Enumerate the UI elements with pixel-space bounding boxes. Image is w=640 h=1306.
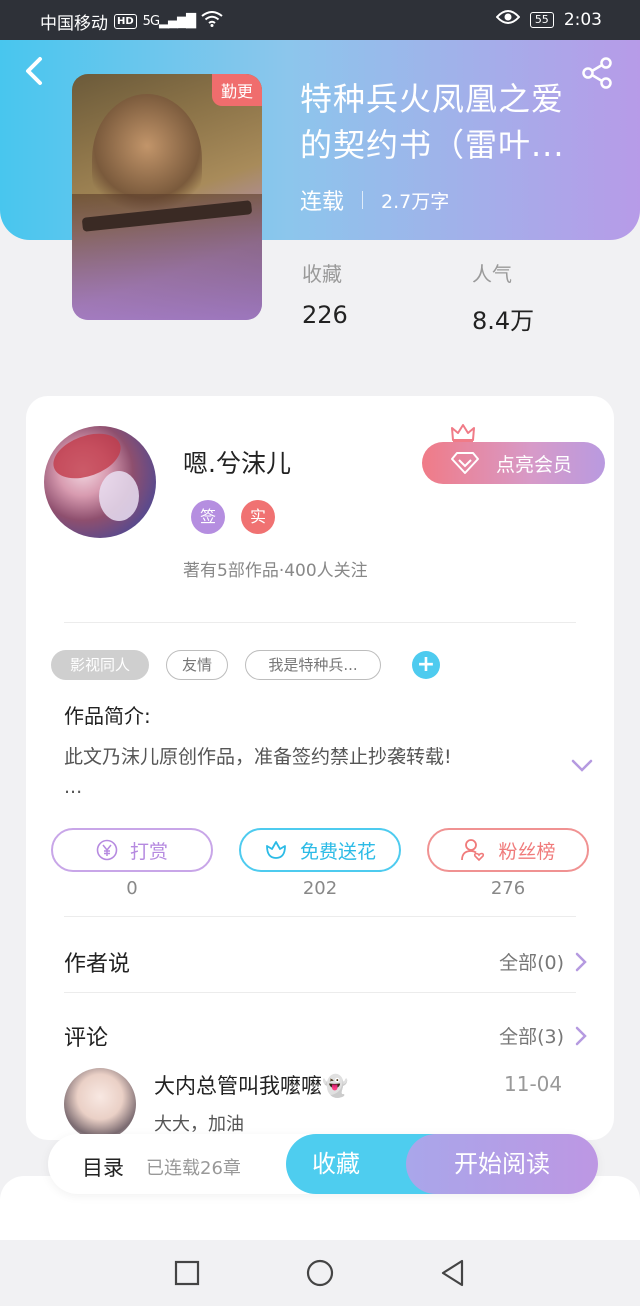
toc-button[interactable]: 目录	[82, 1152, 124, 1182]
book-detail-card: 嗯.兮沫儿 点亮会员 签 实 著有5部作品·400人关注 影视同人 友情 我是特…	[26, 396, 614, 1140]
back-button[interactable]	[22, 56, 52, 90]
crown-icon	[451, 424, 475, 443]
comments-count: 全部(3)	[499, 1026, 564, 1048]
back-nav-icon[interactable]	[438, 1258, 468, 1288]
comment-avatar[interactable]	[64, 1068, 136, 1140]
stat-value: 8.4万	[472, 307, 535, 335]
stat-label: 人气	[472, 262, 512, 286]
book-meta: 连载 2.7万字	[300, 184, 449, 216]
add-tag-button[interactable]: +	[412, 651, 440, 679]
author-avatar[interactable]	[44, 426, 156, 538]
home-icon[interactable]	[305, 1258, 335, 1288]
recent-apps-icon[interactable]	[172, 1258, 202, 1288]
stat-label: 收藏	[302, 262, 342, 286]
comment-text: 大大，加油	[154, 1114, 244, 1135]
vip-label: 点亮会员	[496, 453, 573, 476]
book-status: 连载	[300, 190, 345, 215]
fan-ranking-button[interactable]: 粉丝榜	[427, 828, 589, 872]
author-says-count: 全部(0)	[499, 952, 564, 974]
author-says-all-link[interactable]: 全部(0)	[499, 948, 588, 975]
wifi-icon	[201, 11, 223, 32]
update-badge: 勤更	[211, 74, 262, 106]
send-flower-label: 免费送花	[299, 840, 376, 863]
comments-all-link[interactable]: 全部(3)	[499, 1022, 588, 1049]
send-flower-button[interactable]: 免费送花	[239, 828, 401, 872]
reward-count: 0	[126, 878, 138, 899]
stat-popularity: 人气 8.4万	[472, 258, 534, 336]
intro-body: 此文乃沫儿原创作品，准备签约禁止抄袭转载!	[64, 746, 452, 768]
book-cover[interactable]: 勤更	[72, 74, 262, 320]
stat-value: 226	[302, 301, 348, 329]
comment-username[interactable]: 大内总管叫我嚒嚒👻	[154, 1070, 348, 1100]
word-count: 2.7万字	[381, 190, 450, 213]
tag-chip[interactable]: 友情	[166, 650, 228, 680]
verified-badge: 实	[241, 500, 275, 534]
reward-label: 打赏	[129, 840, 168, 863]
vip-button[interactable]: 点亮会员	[422, 442, 605, 484]
signed-badge: 签	[191, 500, 225, 534]
chevron-down-icon[interactable]	[570, 754, 594, 778]
system-nav-bar	[0, 1240, 640, 1306]
chevron-right-icon	[575, 952, 587, 971]
chapter-count: 已连载26章	[146, 1158, 241, 1179]
intro-title: 作品简介:	[64, 704, 151, 728]
intro-ellipsis: ...	[64, 776, 83, 798]
reward-button[interactable]: 打赏	[51, 828, 213, 872]
author-stats: 著有5部作品·400人关注	[183, 561, 368, 581]
user-heart-icon	[461, 839, 485, 862]
intro-text: 此文乃沫儿原创作品，准备签约禁止抄袭转载! ...	[64, 742, 534, 802]
diamond-icon	[451, 452, 479, 474]
hd-icon: HD	[114, 14, 137, 29]
clock: 2:03	[563, 9, 602, 30]
eye-icon	[495, 9, 521, 30]
author-name[interactable]: 嗯.兮沫儿	[183, 444, 291, 480]
comment-date: 11-04	[504, 1072, 563, 1096]
start-reading-button[interactable]: 开始阅读	[406, 1134, 598, 1194]
flower-count: 202	[302, 878, 338, 899]
author-says-title: 作者说	[64, 952, 131, 977]
tag-chip[interactable]: 我是特种兵...	[245, 650, 381, 680]
stat-favorites: 收藏 226	[302, 258, 348, 329]
flower-icon	[266, 841, 286, 859]
yen-icon	[96, 839, 118, 861]
book-title: 特种兵火凤凰之爱的契约书（雷叶...	[300, 80, 565, 164]
divider	[64, 622, 576, 623]
divider	[64, 992, 576, 993]
comments-title: 评论	[64, 1026, 109, 1051]
fan-count: 276	[490, 878, 526, 899]
chevron-left-icon	[26, 57, 42, 85]
chevron-right-icon	[575, 1026, 587, 1045]
meta-divider	[362, 191, 364, 209]
battery-icon: 55	[529, 11, 554, 28]
divider	[64, 916, 576, 917]
status-bar: 中国移动 HD 5G▂▄▆█ 55 2:03	[0, 0, 640, 40]
fan-ranking-label: 粉丝榜	[498, 840, 556, 863]
signal-icon: 5G▂▄▆█	[142, 14, 196, 29]
carrier-label: 中国移动	[40, 14, 108, 34]
tag-chip[interactable]: 影视同人	[51, 650, 149, 680]
